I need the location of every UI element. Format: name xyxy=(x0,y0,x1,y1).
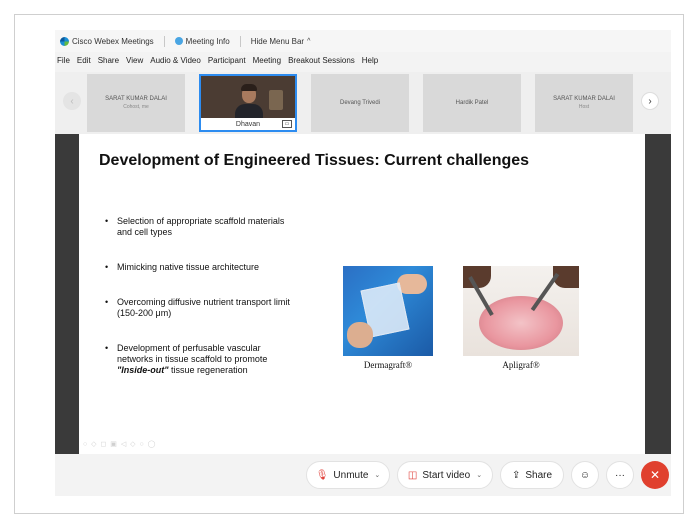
scroll-right-button[interactable]: › xyxy=(641,92,659,110)
unmute-label: Unmute xyxy=(333,469,369,481)
background-lamp xyxy=(269,90,283,110)
meeting-info-button[interactable]: Meeting Info xyxy=(174,36,230,46)
slide-bullet: Mimicking native tissue architecture xyxy=(103,262,293,273)
participant-role: Host xyxy=(578,104,590,110)
participant-name: Devang Trivedi xyxy=(339,100,381,106)
participant-tile[interactable]: SARAT KUMAR DALAI Host xyxy=(535,74,633,132)
unmute-button[interactable]: 🎙 Unmute ⌄ xyxy=(306,461,390,489)
menu-bar: File Edit Share View Audio & Video Parti… xyxy=(55,52,671,69)
slide-bullet-vascular: Development of perfusable vascular netwo… xyxy=(103,343,293,376)
annotation-toolbar-icons[interactable]: ○ ◇ ◻ ▣ ◁ ◇ ○ ◯ xyxy=(83,440,156,448)
leave-meeting-button[interactable]: ✕ xyxy=(641,461,669,489)
menu-view[interactable]: View xyxy=(126,56,143,65)
meeting-info-label: Meeting Info xyxy=(185,36,230,46)
share-button[interactable]: ⇪ Share xyxy=(500,461,564,489)
chevron-down-icon: ⌄ xyxy=(374,472,381,479)
video-name-bar: Dhavan ▭ xyxy=(201,118,295,130)
screen-icon: ▭ xyxy=(282,120,292,128)
participant-video-tile[interactable]: Dhavan ▭ xyxy=(199,74,297,132)
more-options-button[interactable]: ··· xyxy=(606,461,634,489)
participant-name: Hardik Patel xyxy=(455,100,489,106)
webex-window: Cisco Webex Meetings Meeting Info Hide M… xyxy=(55,30,671,496)
participant-tile[interactable]: Devang Trivedi xyxy=(311,74,409,132)
menu-breakout-sessions[interactable]: Breakout Sessions xyxy=(288,56,355,65)
participant-strip: ‹ SARAT KUMAR DALAI Cohost, me Dhavan ▭ … xyxy=(55,72,671,134)
divider xyxy=(239,35,241,47)
more-icon: ··· xyxy=(615,469,625,481)
shared-slide: Development of Engineered Tissues: Curre… xyxy=(79,134,645,454)
slide-bullet: Selection of appropriate scaffold materi… xyxy=(103,216,293,238)
participant-name: SARAT KUMAR DALAI xyxy=(105,96,167,102)
slide-bullets: Selection of appropriate scaffold materi… xyxy=(103,216,293,400)
menu-audio-video[interactable]: Audio & Video xyxy=(150,56,201,65)
participant-role: Cohost, me xyxy=(123,104,149,110)
close-icon: ✕ xyxy=(649,468,661,482)
slide-bullet: Overcoming diffusive nutrient transport … xyxy=(103,297,293,319)
bullet-emphasis: "Inside-out" xyxy=(117,365,169,375)
start-video-label: Start video xyxy=(422,469,471,481)
participant-name: SARAT KUMAR DALAI xyxy=(553,96,615,102)
meeting-controls: 🎙 Unmute ⌄ ◫ Start video ⌄ ⇪ Share ☺ ···… xyxy=(55,454,671,496)
webex-logo-icon xyxy=(60,36,69,46)
menu-meeting[interactable]: Meeting xyxy=(253,56,281,65)
menu-edit[interactable]: Edit xyxy=(77,56,91,65)
participant-name: Dhavan xyxy=(235,120,261,128)
slide-title: Development of Engineered Tissues: Curre… xyxy=(99,152,530,169)
participant-video xyxy=(233,82,265,122)
apligraf-photo xyxy=(463,266,579,356)
bullet-text-tail: tissue regeneration xyxy=(171,365,248,375)
camera-off-icon: ◫ xyxy=(407,469,418,481)
smiley-icon: ☺ xyxy=(579,469,591,481)
chevron-down-icon: ⌄ xyxy=(476,472,483,479)
participant-tile[interactable]: Hardik Patel xyxy=(423,74,521,132)
app-title[interactable]: Cisco Webex Meetings xyxy=(60,36,154,46)
app-title-label: Cisco Webex Meetings xyxy=(72,36,154,46)
bullet-text: Development of perfusable vascular netwo… xyxy=(117,343,268,364)
info-icon xyxy=(174,37,183,45)
dermagraft-caption: Dermagraft® xyxy=(363,360,413,370)
share-label: Share xyxy=(525,469,553,481)
menu-file[interactable]: File xyxy=(57,56,70,65)
meeting-info-bar: Cisco Webex Meetings Meeting Info Hide M… xyxy=(55,30,671,52)
menu-share[interactable]: Share xyxy=(98,56,119,65)
menu-participant[interactable]: Participant xyxy=(208,56,246,65)
chevron-up-icon: ^ xyxy=(307,37,311,45)
start-video-button[interactable]: ◫ Start video ⌄ xyxy=(397,461,493,489)
menu-help[interactable]: Help xyxy=(362,56,378,65)
dermagraft-photo xyxy=(343,266,433,356)
divider xyxy=(163,35,165,47)
participant-tile[interactable]: SARAT KUMAR DALAI Cohost, me xyxy=(87,74,185,132)
hide-menu-label: Hide Menu Bar xyxy=(250,36,305,46)
hide-menu-bar-button[interactable]: Hide Menu Bar ^ xyxy=(251,37,311,46)
scroll-left-button[interactable]: ‹ xyxy=(63,92,81,110)
apligraf-caption: Apligraf® xyxy=(502,360,540,370)
share-icon: ⇪ xyxy=(511,469,521,481)
reactions-button[interactable]: ☺ xyxy=(571,461,599,489)
microphone-muted-icon: 🎙 xyxy=(315,469,329,481)
